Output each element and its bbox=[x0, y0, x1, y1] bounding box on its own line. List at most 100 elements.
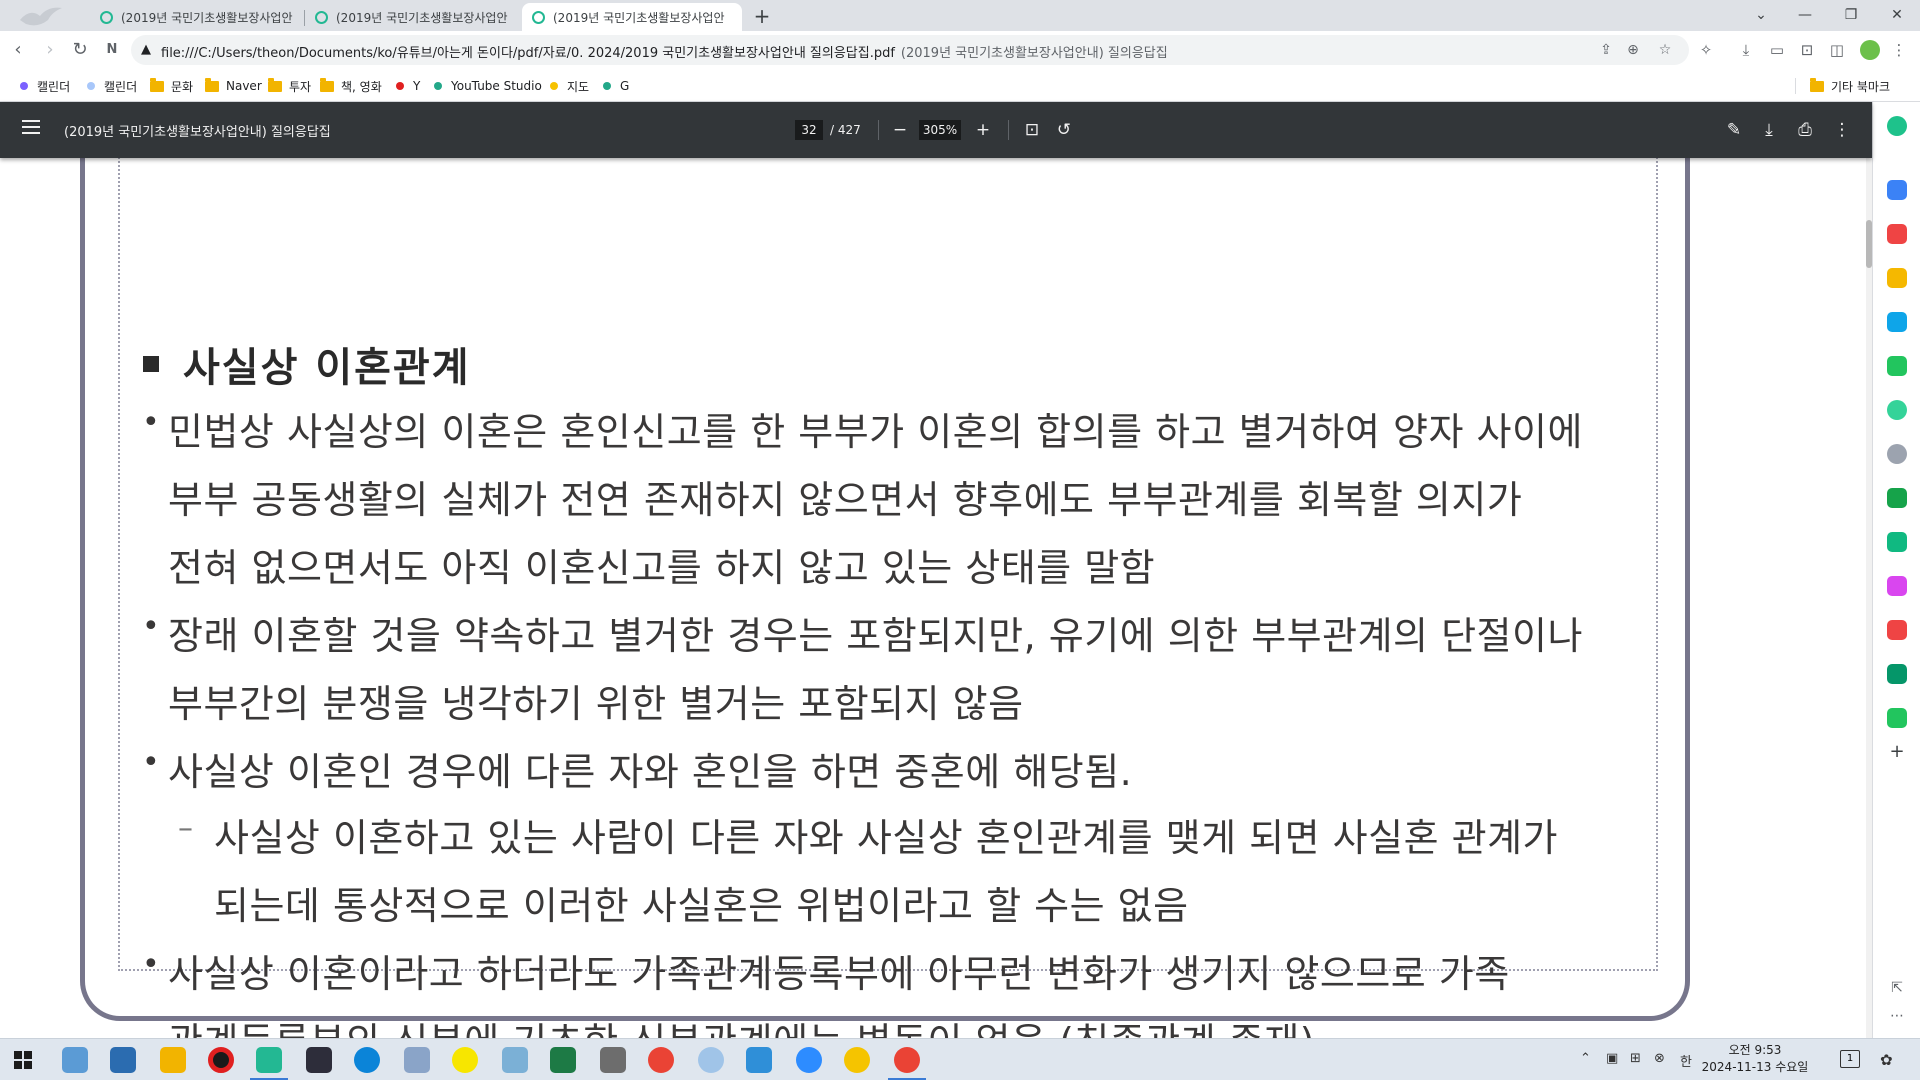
copilot-icon[interactable]: ✿ bbox=[1880, 1051, 1893, 1069]
chrome-icon[interactable] bbox=[888, 1047, 926, 1080]
calendar-app-icon[interactable] bbox=[1887, 180, 1907, 200]
url-text[interactable]: file:///C:/Users/theon/Documents/ko/유튜브/… bbox=[161, 42, 1168, 61]
minimize-button[interactable]: — bbox=[1782, 0, 1828, 31]
zoom-out-icon[interactable]: − bbox=[888, 118, 912, 142]
stock-chart-icon[interactable] bbox=[1887, 664, 1907, 684]
tab-search-button[interactable]: ⌄ bbox=[1738, 0, 1784, 31]
bookmark-calendar-2[interactable]: 캘린더 bbox=[87, 77, 137, 95]
text-line: 장래 이혼할 것을 약속하고 별거한 경우는 포함되지만, 유기에 의한 부부관… bbox=[168, 614, 1583, 658]
excel-icon[interactable] bbox=[550, 1047, 576, 1073]
file-explorer-icon[interactable] bbox=[160, 1047, 186, 1073]
tray-close-icon[interactable]: ⊗ bbox=[1654, 1051, 1665, 1066]
back-arrow-icon[interactable]: ‹ bbox=[4, 36, 32, 64]
notepad-icon[interactable] bbox=[502, 1047, 528, 1073]
paint-icon[interactable] bbox=[404, 1047, 430, 1073]
bookmark-calendar-1[interactable]: 캘린더 bbox=[20, 77, 70, 95]
ime-indicator[interactable]: 한 bbox=[1680, 1051, 1692, 1070]
new-tab-button[interactable]: + bbox=[748, 3, 776, 29]
menu-hamburger-icon[interactable] bbox=[22, 120, 40, 134]
mascot-icon[interactable] bbox=[1887, 444, 1907, 464]
reading-list-icon[interactable]: ▭ bbox=[1766, 39, 1788, 61]
play-circle-icon[interactable] bbox=[1887, 400, 1907, 420]
screenshot-icon[interactable]: ⊡ bbox=[1796, 39, 1818, 61]
y-icon bbox=[396, 82, 404, 90]
play-store-icon[interactable] bbox=[1887, 532, 1907, 552]
add-app-icon[interactable]: + bbox=[1887, 742, 1907, 762]
edge-icon[interactable] bbox=[354, 1047, 380, 1073]
more-options-icon[interactable]: ⋮ bbox=[1830, 118, 1854, 142]
youtube-icon[interactable] bbox=[1887, 620, 1907, 640]
naver-app-icon[interactable] bbox=[1887, 708, 1907, 728]
bookmark-folder-books[interactable]: 책, 영화 bbox=[320, 77, 382, 95]
tray-network-icon[interactable]: ⊞ bbox=[1630, 1051, 1641, 1066]
green-circle-icon[interactable] bbox=[1887, 116, 1907, 136]
bookmark-folder-invest[interactable]: 투자 bbox=[268, 77, 311, 95]
line-app-icon[interactable] bbox=[1887, 488, 1907, 508]
zoom-in-icon[interactable]: + bbox=[971, 118, 995, 142]
bookmark-folder-naver[interactable]: Naver bbox=[205, 77, 262, 95]
rotate-icon[interactable]: ↺ bbox=[1052, 118, 1076, 142]
windows-start-icon[interactable] bbox=[14, 1051, 32, 1069]
page-info-icon[interactable]: ▲ bbox=[141, 42, 151, 57]
bookmark-map[interactable]: 지도 bbox=[550, 77, 589, 95]
print-icon[interactable]: ⎙ bbox=[1793, 118, 1817, 142]
instagram-icon[interactable] bbox=[1887, 576, 1907, 596]
bookmark-youtube-studio[interactable]: YouTube Studio bbox=[434, 77, 542, 95]
green-app-icon[interactable] bbox=[1887, 356, 1907, 376]
edge-app-icon[interactable] bbox=[1887, 312, 1907, 332]
star-app-icon[interactable] bbox=[1887, 268, 1907, 288]
annotate-pen-icon[interactable]: ✎ bbox=[1722, 118, 1746, 142]
text-line: 사실상 이혼하고 있는 사람이 다른 자와 사실상 혼인관계를 맺게 되면 사실… bbox=[214, 816, 1559, 860]
media-player-icon[interactable] bbox=[844, 1047, 870, 1073]
dash-bullet: – bbox=[178, 811, 193, 846]
chrome-icon[interactable] bbox=[648, 1047, 674, 1073]
naver-whale-icon[interactable]: N bbox=[98, 36, 126, 64]
open-external-icon[interactable]: ⇱ bbox=[1887, 978, 1907, 998]
tab-3-active[interactable]: (2019년 국민기초생활보장사업안 bbox=[522, 3, 742, 31]
bookmark-folder-culture[interactable]: 문화 bbox=[150, 77, 193, 95]
pdf-title: (2019년 국민기초생활보장사업안내) 질의응답집 bbox=[64, 125, 331, 140]
bookmark-g[interactable]: G bbox=[603, 77, 629, 95]
address-bar[interactable]: ▲ file:///C:/Users/theon/Documents/ko/유튜… bbox=[131, 35, 1689, 65]
pocket-icon[interactable] bbox=[1887, 224, 1907, 244]
forward-arrow-icon[interactable]: › bbox=[36, 36, 64, 64]
zoom-level-input[interactable]: 305% bbox=[919, 120, 961, 140]
bookmark-star-icon[interactable]: ☆ bbox=[1655, 40, 1675, 60]
menu-dots-icon[interactable]: ⋮ bbox=[1888, 39, 1910, 61]
fit-page-icon[interactable]: ⊡ bbox=[1020, 118, 1044, 142]
reload-icon[interactable]: ↻ bbox=[66, 36, 94, 64]
zoom-app-icon[interactable] bbox=[796, 1047, 822, 1073]
restore-button[interactable]: ❐ bbox=[1828, 0, 1874, 31]
zoom-icon[interactable]: ⊕ bbox=[1623, 40, 1643, 60]
notification-icon[interactable]: 1 bbox=[1840, 1050, 1860, 1068]
other-bookmarks[interactable]: 기타 북마크 bbox=[1810, 77, 1890, 95]
share-icon[interactable]: ⇪ bbox=[1596, 40, 1616, 60]
close-window-button[interactable]: ✕ bbox=[1874, 0, 1920, 31]
side-panel-icon[interactable]: ◫ bbox=[1826, 39, 1848, 61]
taskbar-app-icon[interactable] bbox=[110, 1047, 136, 1073]
outlook-icon[interactable] bbox=[746, 1047, 772, 1073]
whale-browser-icon[interactable] bbox=[250, 1047, 288, 1080]
tab-1[interactable]: (2019년 국민기초생활보장사업안 bbox=[90, 3, 305, 31]
page-number-input[interactable]: 32 bbox=[795, 120, 823, 140]
download-icon[interactable]: ⤓ bbox=[1735, 39, 1757, 61]
page-total: / 427 bbox=[830, 123, 861, 137]
pdf-viewport[interactable]: 사실상 이혼관계 • 민법상 사실상의 이혼은 혼인신고를 한 부부가 이혼의 … bbox=[0, 158, 1872, 1038]
record-app-icon[interactable] bbox=[208, 1047, 234, 1073]
more-dots-icon[interactable]: ⋯ bbox=[1887, 1006, 1907, 1026]
bookmark-y[interactable]: Y bbox=[396, 77, 420, 95]
text-line: 민법상 사실상의 이혼은 혼인신고를 한 부부가 이혼의 합의를 하고 별거하여… bbox=[168, 410, 1583, 454]
download-icon[interactable]: ⤓ bbox=[1757, 118, 1781, 142]
system-clock[interactable]: 오전 9:53 2024-11-13 수요일 bbox=[1700, 1042, 1810, 1076]
calculator-icon[interactable] bbox=[600, 1047, 626, 1073]
davinci-icon[interactable] bbox=[306, 1047, 332, 1073]
tray-app-icon[interactable]: ▣ bbox=[1606, 1051, 1618, 1066]
tray-chevron-icon[interactable]: ⌃ bbox=[1580, 1051, 1591, 1066]
tab-2[interactable]: (2019년 국민기초생활보장사업안 bbox=[305, 3, 520, 31]
profile-avatar[interactable] bbox=[1860, 40, 1880, 60]
taskbar-app-icon[interactable] bbox=[62, 1047, 88, 1073]
folder-icon bbox=[150, 77, 164, 92]
extensions-icon[interactable]: ✧ bbox=[1695, 39, 1717, 61]
snipping-icon[interactable] bbox=[698, 1047, 724, 1073]
kakaotalk-icon[interactable] bbox=[452, 1047, 478, 1073]
